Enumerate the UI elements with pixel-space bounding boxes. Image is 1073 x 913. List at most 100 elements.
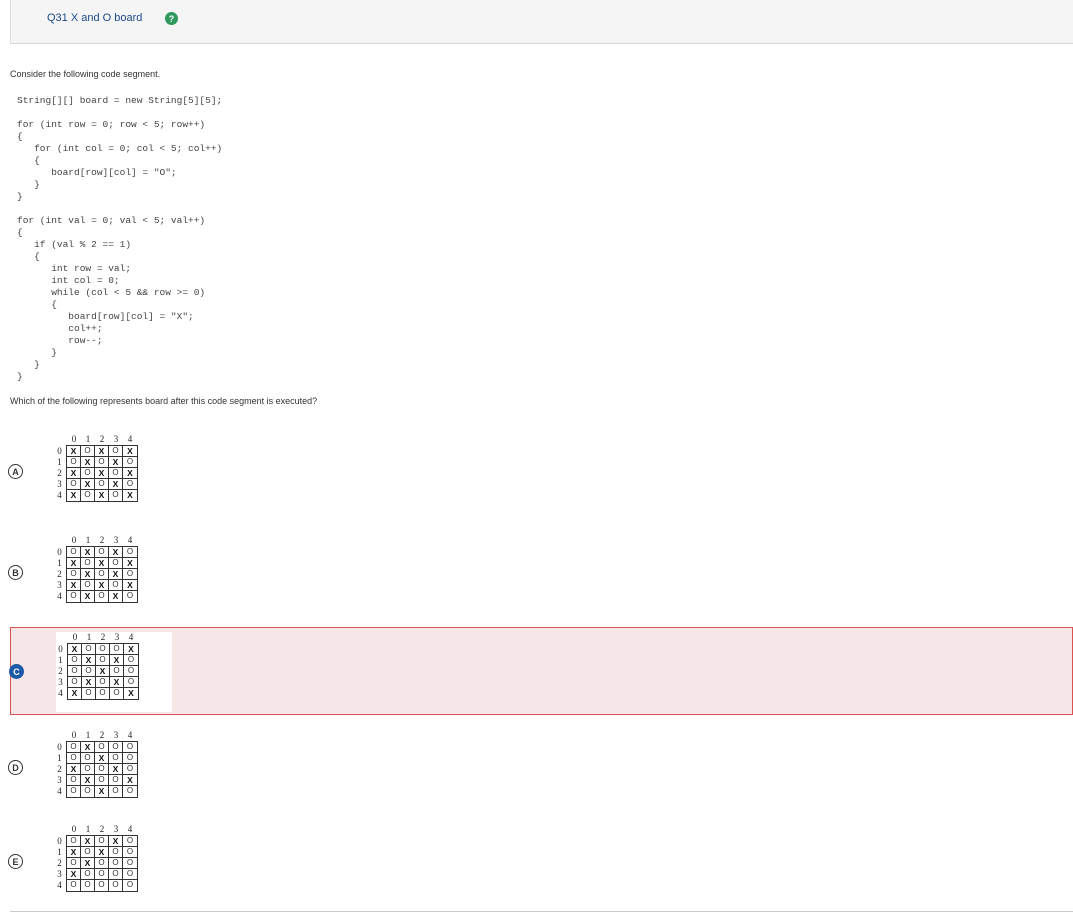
choice-a[interactable]: A0123401234XOXOXOXOXOXOXOXOXOXOXOXOX: [0, 430, 1073, 514]
board-cell: O: [109, 858, 123, 869]
column-label: 1: [85, 434, 91, 444]
board-cell: O: [124, 666, 138, 677]
board-cell: X: [81, 457, 95, 468]
choice-d[interactable]: D0123401234OXOOOOOXOOXOOXOOXOOXOOXOO: [0, 726, 1073, 810]
board-cell: O: [123, 764, 137, 775]
board-cell: X: [95, 753, 109, 764]
column-label: 3: [113, 730, 119, 740]
board-cell: O: [95, 547, 109, 558]
board-cell: O: [109, 446, 123, 457]
board-cell: X: [109, 591, 123, 602]
board-cell: X: [67, 580, 81, 591]
row-label: 0: [57, 742, 62, 752]
board-cell: X: [109, 479, 123, 490]
board-cell: O: [81, 753, 95, 764]
board-grid: XOXOXOXOXOXOXOXOXOXOXOXOX: [66, 445, 138, 502]
board-cell: X: [95, 786, 109, 797]
row-label: 1: [57, 753, 62, 763]
board-cell: X: [95, 580, 109, 591]
board-cell: X: [81, 858, 95, 869]
board-cell: X: [68, 644, 82, 655]
board-cell: O: [81, 880, 95, 891]
board-option-a: 0123401234XOXOXOXOXOXOXOXOXOXOXOXOX: [55, 434, 171, 514]
row-label: 2: [58, 666, 63, 676]
help-icon[interactable]: ?: [165, 12, 178, 25]
column-label: 4: [127, 434, 133, 444]
board-cell: O: [67, 547, 81, 558]
row-label: 4: [57, 786, 62, 796]
choice-e-radio[interactable]: E: [8, 854, 23, 869]
board-cell: O: [95, 880, 109, 891]
board-cell: O: [123, 847, 137, 858]
choice-c-radio[interactable]: C: [9, 664, 24, 679]
question-prompt: Consider the following code segment.: [10, 69, 161, 79]
board-cell: O: [81, 764, 95, 775]
row-label: 3: [57, 869, 62, 879]
row-label: 0: [58, 644, 63, 654]
board-cell: X: [67, 558, 81, 569]
column-label: 0: [71, 434, 77, 444]
board-option-c: 0123401234XOOOXOXOXOOOXOOOXOXOXOOOX: [56, 632, 172, 712]
column-label: 2: [100, 632, 106, 642]
board-cell: X: [109, 764, 123, 775]
row-label: 0: [57, 446, 62, 456]
board-cell: X: [109, 547, 123, 558]
board-cell: O: [109, 786, 123, 797]
board-cell: O: [67, 836, 81, 847]
question-header: Q31 X and O board ?: [10, 0, 1073, 44]
board-cell: X: [128, 688, 134, 698]
board-cell: X: [67, 446, 81, 457]
board-cell: O: [82, 688, 96, 699]
board-cell: X: [123, 468, 137, 479]
column-label: 1: [85, 535, 91, 545]
board-cell: O: [81, 446, 95, 457]
row-label: 3: [57, 775, 62, 785]
choice-d-radio[interactable]: D: [8, 760, 23, 775]
choice-b-radio[interactable]: B: [8, 565, 23, 580]
question-title[interactable]: Q31 X and O board: [47, 12, 142, 24]
board-cell: X: [81, 742, 95, 753]
board-cell: X: [124, 644, 138, 655]
board-cell: O: [123, 836, 137, 847]
board-cell: O: [109, 880, 123, 891]
board-cell: X: [123, 775, 137, 786]
board-cell: O: [95, 869, 109, 880]
board-cell: O: [81, 580, 95, 591]
board-cell: O: [68, 677, 82, 688]
board-cell: X: [95, 847, 109, 858]
board-cell: X: [109, 569, 123, 580]
choice-a-radio[interactable]: A: [8, 464, 23, 479]
board-cell: X: [82, 677, 96, 688]
column-label: 4: [127, 535, 133, 545]
board-cell: X: [81, 569, 95, 580]
board-cell: O: [81, 869, 95, 880]
board-cell: O: [81, 490, 95, 501]
board-cell: O: [82, 644, 96, 655]
board-cell: O: [109, 558, 123, 569]
row-label: 2: [57, 569, 62, 579]
column-label: 0: [71, 535, 77, 545]
board-cell: O: [123, 547, 137, 558]
board-cell: O: [126, 591, 134, 600]
board-cell: O: [126, 880, 134, 889]
column-label: 4: [127, 824, 133, 834]
board-cell: O: [109, 742, 123, 753]
column-label: 2: [99, 730, 105, 740]
board-cell: X: [110, 677, 124, 688]
row-label: 2: [57, 764, 62, 774]
board-cell: O: [68, 655, 82, 666]
board-cell: O: [68, 666, 82, 677]
choice-e[interactable]: E0123401234OXOXOXOXOOOXOOOXOOOOOOOOO: [0, 820, 1073, 904]
board-cell: X: [67, 468, 81, 479]
board-cell: O: [95, 591, 109, 602]
choice-c[interactable]: C0123401234XOOOXOXOXOOOXOOOXOXOXOOOX: [9, 627, 1073, 715]
board-cell: O: [95, 479, 109, 490]
board-grid: OXOXOXOXOXOXOXOXOXOXOXOXO: [66, 546, 138, 603]
row-label: 2: [57, 468, 62, 478]
choice-b[interactable]: B0123401234OXOXOXOXOXOXOXOXOXOXOXOXO: [0, 531, 1073, 615]
board-grid: OXOOOOOXOOXOOXOOXOOXOOXOO: [66, 741, 138, 798]
board-cell: O: [81, 786, 95, 797]
column-label: 1: [85, 824, 91, 834]
column-label: 4: [128, 632, 134, 642]
board-cell: O: [67, 479, 81, 490]
